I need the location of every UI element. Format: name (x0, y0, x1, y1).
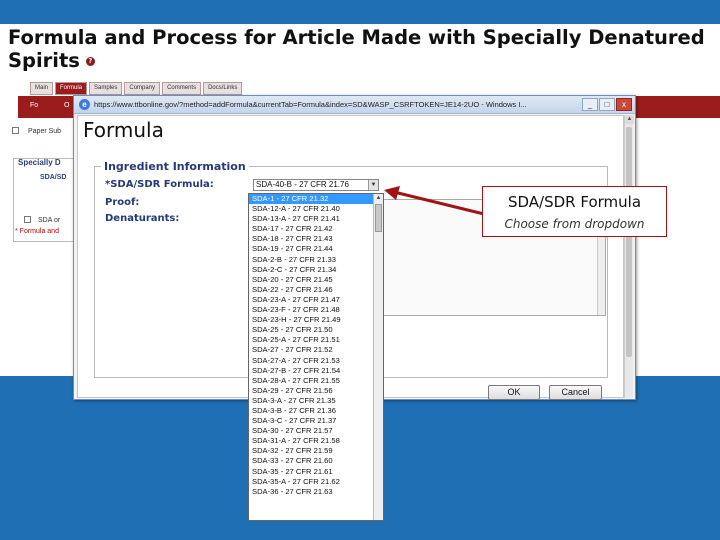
dropdown-option[interactable]: SDA-30 - 27 CFR 21.57 (249, 426, 373, 436)
cancel-button[interactable]: Cancel (549, 385, 602, 400)
callout-arrow (384, 186, 485, 216)
callout-box: SDA/SDR Formula Choose from dropdown (482, 186, 667, 237)
dropdown-option[interactable]: SDA-31-A - 27 CFR 21.58 (249, 436, 373, 446)
section-title: Specially D (18, 158, 61, 167)
window-titlebar[interactable]: e https://www.ttbonline.gov/?method=addF… (74, 96, 635, 114)
dropdown-option[interactable]: SDA-23-H - 27 CFR 21.49 (249, 315, 373, 325)
dropdown-option[interactable]: SDA-12-A - 27 CFR 21.40 (249, 204, 373, 214)
slide-title: Formula and Process for Article Made wit… (8, 26, 708, 72)
sda-formula-label: *SDA/SDR Formula: (105, 179, 214, 190)
tab-docs-links[interactable]: Docs/Links (203, 82, 243, 95)
maximize-button[interactable]: □ (599, 98, 615, 111)
dropdown-option[interactable]: SDA-32 - 27 CFR 21.59 (249, 446, 373, 456)
dropdown-scrollbar[interactable]: ▲ (373, 194, 383, 520)
browser-icon: e (79, 99, 90, 110)
slide-top-strip (0, 0, 720, 24)
sda-formula-select[interactable]: SDA-40-B - 27 CFR 21.76 ▼ (253, 179, 379, 191)
dropdown-option[interactable]: SDA-29 - 27 CFR 21.56 (249, 386, 373, 396)
dropdown-option[interactable]: SDA-3-A - 27 CFR 21.35 (249, 396, 373, 406)
scrollbar-thumb[interactable] (626, 127, 632, 357)
dropdown-option[interactable]: SDA-36 - 27 CFR 21.63 (249, 487, 373, 497)
tab-main[interactable]: Main (30, 82, 54, 95)
sda-formula-select-value: SDA-40-B - 27 CFR 21.76 (256, 180, 349, 189)
window-url: https://www.ttbonline.gov/?method=addFor… (94, 100, 527, 109)
popup-scrollbar[interactable]: ▲ (624, 115, 634, 398)
dropdown-option[interactable]: SDA-28-A - 27 CFR 21.55 (249, 376, 373, 386)
chevron-down-icon[interactable]: ▼ (368, 180, 378, 190)
dropdown-option[interactable]: SDA-2-C - 27 CFR 21.34 (249, 265, 373, 275)
page-title: Formula (83, 118, 164, 142)
dropdown-option[interactable]: SDA-1 - 27 CFR 21.32 (249, 194, 373, 205)
callout-subtitle: Choose from dropdown (504, 217, 645, 231)
window-controls: _ □ x (582, 98, 632, 111)
minimize-button[interactable]: _ (582, 98, 598, 111)
close-button[interactable]: x (616, 98, 632, 111)
tab-formula[interactable]: Formula (55, 82, 88, 95)
dropdown-option[interactable]: SDA-3-C - 27 CFR 21.37 (249, 416, 373, 426)
dropdown-option[interactable]: SDA-35 - 27 CFR 21.61 (249, 467, 373, 477)
sda-option-label: SDA or (38, 217, 61, 224)
background-tabs: Main Formula Samples Company Comments Do… (30, 82, 243, 96)
slide-title-text: Formula and Process for Article Made wit… (8, 26, 705, 72)
toolbar-item[interactable]: O (64, 102, 69, 109)
paper-submission-label: Paper Sub (28, 128, 62, 135)
tab-company[interactable]: Company (124, 82, 161, 95)
dropdown-option[interactable]: SDA-27-A - 27 CFR 21.53 (249, 356, 373, 366)
paper-submission-checkbox[interactable] (12, 127, 19, 134)
help-icon[interactable]: ? (85, 57, 95, 66)
dropdown-option[interactable]: SDA-25 - 27 CFR 21.50 (249, 325, 373, 335)
dropdown-option[interactable]: SDA-18 - 27 CFR 21.43 (249, 234, 373, 244)
scroll-up-icon[interactable]: ▲ (625, 115, 634, 124)
sda-formula-dropdown-list: SDA-1 - 27 CFR 21.32 SDA-12-A - 27 CFR 21… (248, 193, 384, 521)
section-subtitle: SDA/SD (40, 174, 67, 181)
toolbar-item[interactable]: Fo (30, 102, 38, 109)
dropdown-options: SDA-1 - 27 CFR 21.32 SDA-12-A - 27 CFR 21… (249, 194, 383, 497)
tab-samples[interactable]: Samples (89, 82, 123, 95)
dropdown-option[interactable]: SDA-25-A - 27 CFR 21.51 (249, 335, 373, 345)
tab-comments[interactable]: Comments (162, 82, 202, 95)
dropdown-option[interactable]: SDA-27-B - 27 CFR 21.54 (249, 366, 373, 376)
dropdown-option[interactable]: SDA-22 - 27 CFR 21.46 (249, 285, 373, 295)
dropdown-option[interactable]: SDA-19 - 27 CFR 21.44 (249, 244, 373, 254)
ingredient-information-legend: Ingredient Information (101, 160, 249, 173)
dropdown-option[interactable]: SDA-3-B - 27 CFR 21.36 (249, 406, 373, 416)
dropdown-option[interactable]: SDA-13-A - 27 CFR 21.41 (249, 214, 373, 224)
sda-checkbox[interactable] (24, 216, 31, 223)
formula-required-label: * Formula and (15, 228, 59, 235)
ok-button[interactable]: OK (488, 385, 540, 400)
dropdown-option[interactable]: SDA-23-F - 27 CFR 21.48 (249, 305, 373, 315)
dropdown-option[interactable]: SDA-35-A - 27 CFR 21.62 (249, 477, 373, 487)
dropdown-option[interactable]: SDA-17 - 27 CFR 21.42 (249, 224, 373, 234)
dropdown-option[interactable]: SDA-27 - 27 CFR 21.52 (249, 345, 373, 355)
dropdown-option[interactable]: SDA-2-B - 27 CFR 21.33 (249, 255, 373, 265)
dropdown-option[interactable]: SDA-33 - 27 CFR 21.60 (249, 456, 373, 466)
dropdown-option[interactable]: SDA-20 - 27 CFR 21.45 (249, 275, 373, 285)
dropdown-option[interactable]: SDA-23-A - 27 CFR 21.47 (249, 295, 373, 305)
proof-label: Proof: (105, 197, 140, 208)
callout-title: SDA/SDR Formula (507, 193, 642, 211)
denaturants-label: Denaturants: (105, 213, 180, 224)
